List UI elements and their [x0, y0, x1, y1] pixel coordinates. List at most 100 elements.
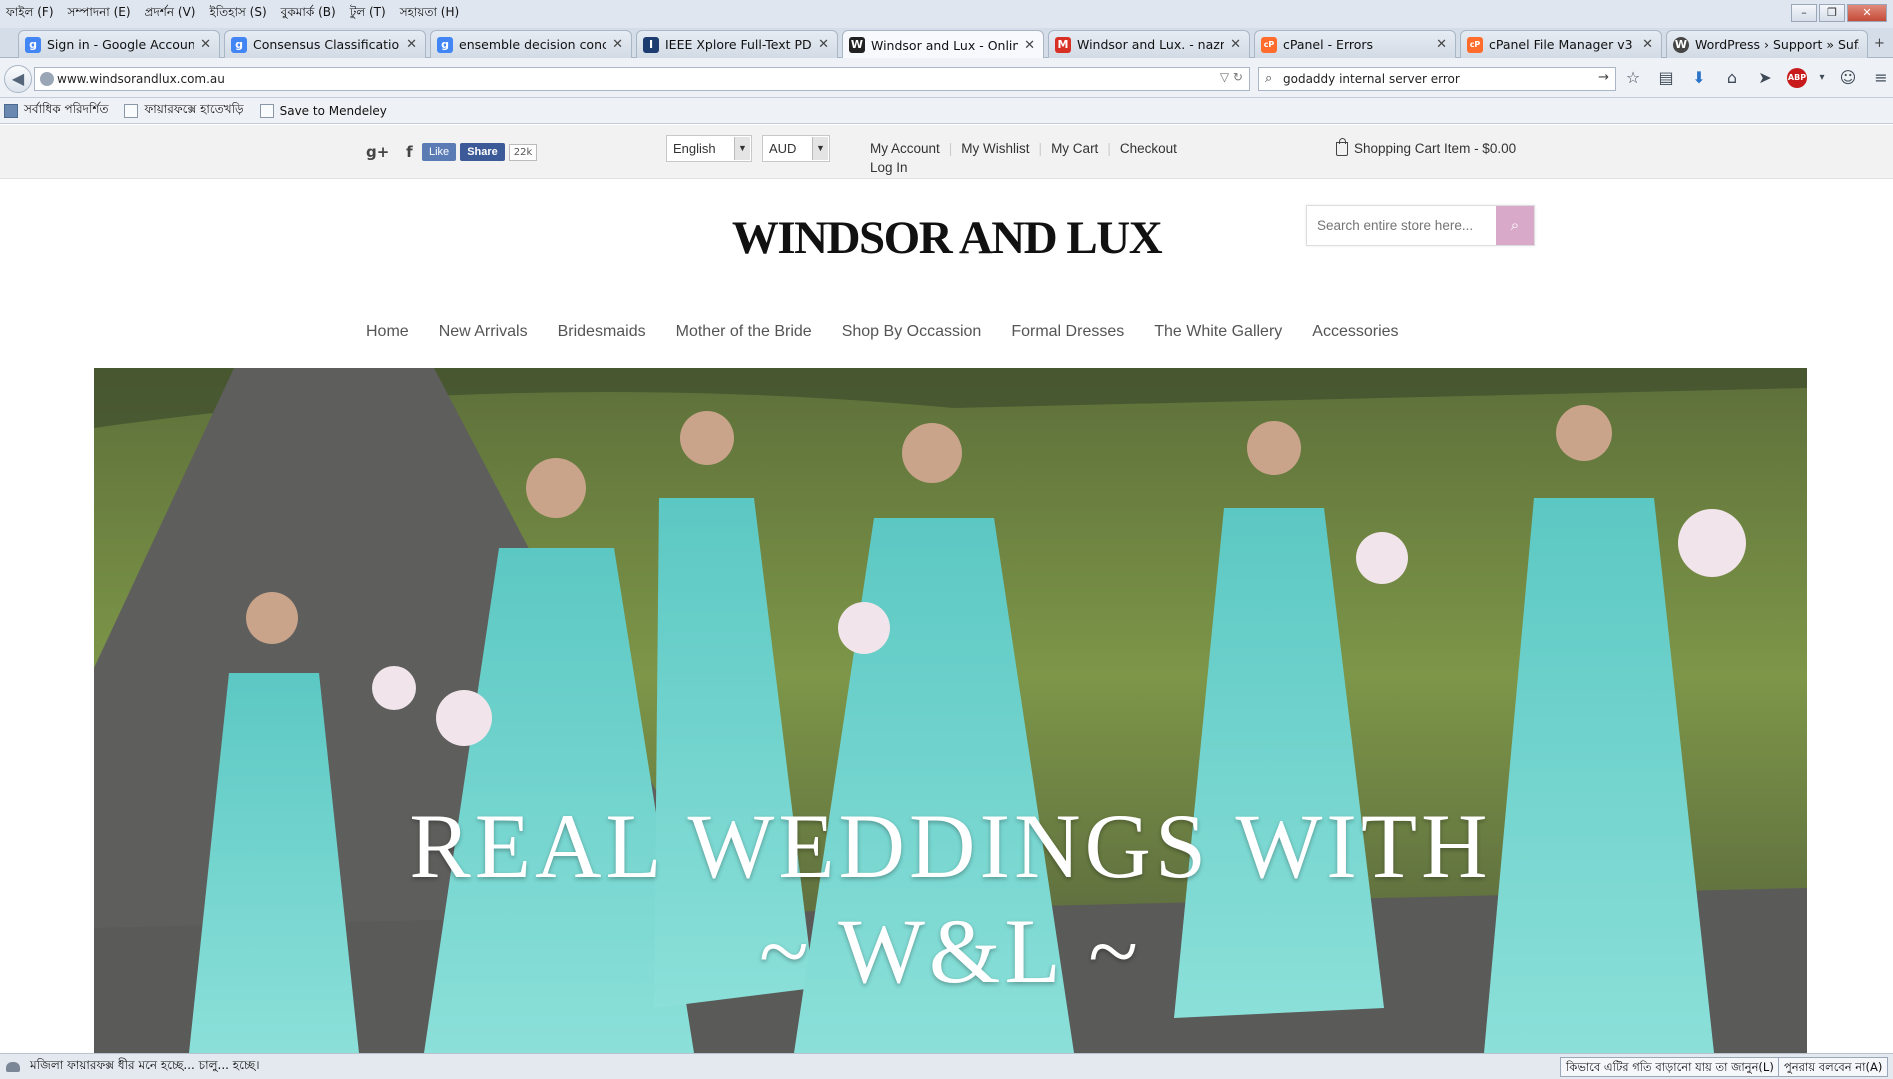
facebook-share-button[interactable]: Share	[460, 143, 505, 161]
maximize-button[interactable]: ❐	[1819, 4, 1845, 22]
hero-banner[interactable]: REAL WEDDINGS WITH ~ W&L ~	[94, 368, 1807, 1053]
browser-window: ফাইল (F) সম্পাদনা (E) প্রদর্শন (V) ইতিহা…	[0, 0, 1893, 1079]
learn-speedup-button[interactable]: কিভাবে এটির গতি বাড়ানো যায় তা জানুন(L)	[1560, 1057, 1780, 1077]
currency-select[interactable]: AUD ▼	[762, 135, 830, 162]
web-search-box[interactable]: ⌕ godaddy internal server error →	[1258, 67, 1616, 91]
google-plus-icon[interactable]: g+	[366, 143, 389, 161]
nav-bridesmaids[interactable]: Bridesmaids	[558, 323, 646, 341]
close-tab-icon[interactable]: ✕	[612, 37, 623, 52]
send-icon[interactable]: ➤	[1754, 67, 1776, 89]
chevron-down-icon[interactable]: ▾	[1818, 67, 1826, 89]
facebook-icon[interactable]: f	[406, 143, 413, 161]
google-icon: g	[25, 36, 41, 53]
globe-icon	[40, 72, 54, 86]
search-query-text: godaddy internal server error	[1283, 72, 1460, 86]
close-tab-icon[interactable]: ✕	[1642, 37, 1653, 52]
tab-windsor-active[interactable]: W Windsor and Lux - Online ... ✕	[842, 30, 1044, 59]
menu-tools[interactable]: টুল (T)	[350, 4, 386, 24]
account-links: My Account | My Wishlist | My Cart | Che…	[870, 141, 1177, 175]
divider: |	[1038, 141, 1043, 156]
nav-accessories[interactable]: Accessories	[1312, 323, 1398, 341]
nav-home[interactable]: Home	[366, 323, 409, 341]
tab-title: Windsor and Lux - Online ...	[871, 37, 1019, 53]
shopping-cart-link[interactable]: Shopping Cart Item - $0.00	[1336, 137, 1516, 156]
bookmark-label: ফায়ারফক্সে হাতেখড়ি	[144, 101, 244, 116]
nav-mother-of-the-bride[interactable]: Mother of the Bride	[676, 323, 812, 341]
tab-title: ensemble decision conce...	[459, 37, 607, 52]
page-viewport: g+ f Like Share 22k English ▼ AUD ▼ My A…	[0, 125, 1893, 1053]
store-search-input[interactable]	[1307, 206, 1495, 245]
hero-caption-line2: ~ W&L ~	[758, 900, 1143, 1002]
menu-history[interactable]: ইতিহাস (S)	[209, 4, 266, 24]
tab-title: Windsor and Lux. - nazmu...	[1077, 37, 1224, 52]
menu-edit[interactable]: সম্পাদনা (E)	[68, 4, 131, 24]
site-logo[interactable]: WINDSOR AND LUX	[0, 211, 1893, 265]
menu-file[interactable]: ফাইল (F)	[6, 4, 54, 24]
tab-cpanel-errors[interactable]: cP cPanel - Errors ✕	[1254, 30, 1456, 58]
bookmark-save-to-mendeley[interactable]: Save to Mendeley	[259, 103, 387, 118]
like-count: 22k	[508, 143, 538, 161]
menu-icon[interactable]: ≡	[1870, 67, 1892, 89]
nav-shop-by-occasion[interactable]: Shop By Occassion	[842, 323, 982, 341]
close-tab-icon[interactable]: ✕	[818, 37, 829, 52]
reload-icon[interactable]: ▽ ↻	[1220, 70, 1243, 84]
google-icon: g	[437, 36, 453, 53]
menu-view[interactable]: প্রদর্শন (V)	[145, 4, 196, 24]
page-icon	[259, 103, 274, 118]
home-icon[interactable]: ⌂	[1721, 67, 1743, 89]
checkout-link[interactable]: Checkout	[1120, 141, 1177, 156]
my-cart-link[interactable]: My Cart	[1051, 141, 1098, 156]
menu-bookmarks[interactable]: বুকমার্ক (B)	[281, 4, 336, 24]
nav-new-arrivals[interactable]: New Arrivals	[439, 323, 528, 341]
language-select[interactable]: English ▼	[666, 135, 752, 162]
my-account-link[interactable]: My Account	[870, 141, 940, 156]
download-icon[interactable]: ⬇	[1688, 67, 1710, 89]
close-tab-icon[interactable]: ✕	[406, 37, 417, 52]
tab-gmail[interactable]: M Windsor and Lux. - nazmu... ✕	[1048, 30, 1250, 58]
chevron-down-icon: ▼	[812, 137, 828, 160]
tab-consensus[interactable]: g Consensus Classification ... ✕	[224, 30, 426, 58]
chat-icon[interactable]: ☺	[1837, 67, 1859, 89]
address-bar[interactable]: www.windsorandlux.com.au ▽ ↻	[34, 67, 1250, 91]
status-bar: মজিলা ফায়ারফক্স ধীর মনে হচ্ছে... চালু..…	[0, 1053, 1893, 1079]
url-text: www.windsorandlux.com.au	[57, 72, 225, 86]
search-button[interactable]: ⌕	[1496, 206, 1534, 245]
close-window-button[interactable]: ✕	[1847, 4, 1887, 22]
tab-cpanel-file-manager[interactable]: cP cPanel File Manager v3 ✕	[1460, 30, 1662, 58]
tab-wordpress[interactable]: W WordPress › Support » Suf...	[1666, 30, 1868, 58]
log-in-link[interactable]: Log In	[870, 160, 1177, 175]
shopping-bag-icon	[1336, 137, 1348, 156]
tab-google-sign-in[interactable]: g Sign in - Google Accounts ✕	[18, 30, 220, 58]
close-tab-icon[interactable]: ✕	[1024, 38, 1035, 53]
my-wishlist-link[interactable]: My Wishlist	[961, 141, 1029, 156]
chevron-down-icon: ▼	[734, 137, 750, 160]
go-arrow-icon[interactable]: →	[1598, 70, 1609, 85]
dont-ask-again-button[interactable]: পুনরায় বলবেন না(A)	[1778, 1057, 1889, 1077]
bookmarks-bar: সর্বাধিক পরিদর্শিত ফায়ারফক্সে হাতেখড়ি …	[0, 98, 1893, 124]
turtle-icon	[6, 1061, 20, 1072]
tab-ieee[interactable]: I IEEE Xplore Full-Text PDF: ✕	[636, 30, 838, 58]
close-tab-icon[interactable]: ✕	[200, 37, 211, 52]
back-arrow-icon[interactable]: ◀	[4, 65, 32, 93]
bookmark-getting-started[interactable]: ফায়ারফক্সে হাতেখড়ি	[124, 101, 244, 121]
facebook-like-button[interactable]: Like	[422, 143, 457, 161]
bookmark-star-icon[interactable]: ☆	[1622, 67, 1644, 89]
close-tab-icon[interactable]: ✕	[1230, 37, 1241, 52]
nav-formal-dresses[interactable]: Formal Dresses	[1011, 323, 1124, 341]
bookmark-most-visited[interactable]: সর্বাধিক পরিদর্শিত	[4, 101, 108, 121]
bookmarks-list-icon[interactable]: ▤	[1655, 67, 1677, 89]
currency-value: AUD	[769, 141, 797, 156]
cpanel-icon: cP	[1467, 36, 1483, 53]
nav-the-white-gallery[interactable]: The White Gallery	[1154, 323, 1282, 341]
adblock-icon[interactable]: ABP	[1787, 68, 1807, 88]
wordpress-icon: W	[1673, 36, 1689, 53]
close-tab-icon[interactable]: ✕	[1436, 37, 1447, 52]
windsor-icon: W	[849, 37, 865, 53]
bookmark-label: সর্বাধিক পরিদর্শিত	[24, 101, 109, 116]
tab-strip: g Sign in - Google Accounts ✕ g Consensu…	[0, 28, 1893, 59]
menu-help[interactable]: সহায়তা (H)	[400, 4, 459, 24]
minimize-button[interactable]: –	[1791, 4, 1817, 22]
social-links: g+ f	[366, 143, 425, 161]
new-tab-button[interactable]: +	[1874, 36, 1885, 51]
tab-ensemble[interactable]: g ensemble decision conce... ✕	[430, 30, 632, 58]
